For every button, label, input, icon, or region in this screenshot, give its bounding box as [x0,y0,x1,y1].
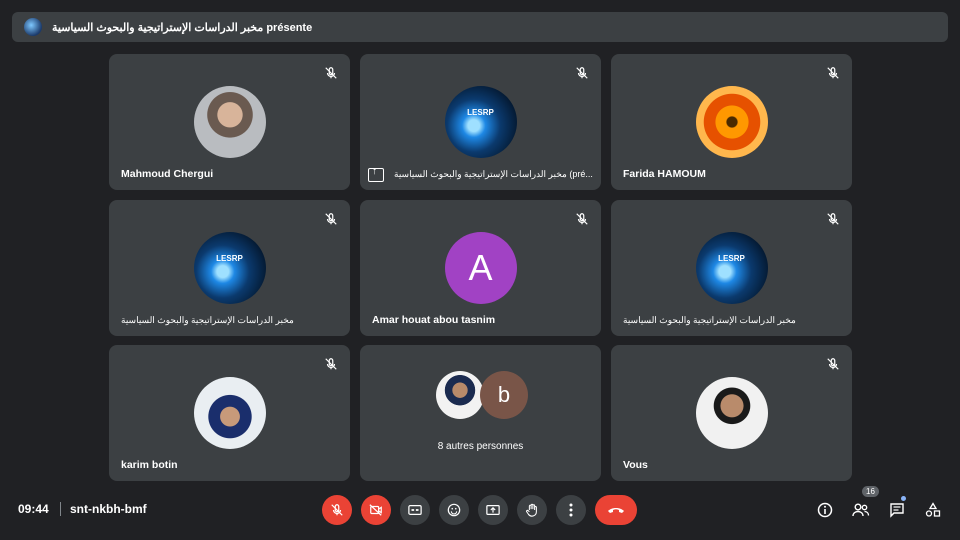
mic-toggle-button[interactable] [322,495,352,525]
participant-tile-amar[interactable]: A Amar houat abou tasnim [360,200,601,336]
participant-tile-farida[interactable]: Farida HAMOUM [611,54,852,190]
avatar [193,86,266,158]
chat-notification-dot [901,496,906,501]
avatar: LESRP [193,232,266,304]
avatar [193,377,266,449]
reactions-button[interactable] [439,495,469,525]
lesrp-logo-text: LESRP [216,254,243,263]
avatar [695,86,768,158]
participant-count-badge: 16 [862,486,879,497]
mic-off-icon [827,213,839,225]
participant-name: مخبر الدراسات الإستراتيجية والبحوث السيا… [623,315,796,325]
others-avatar-group: b [436,371,530,421]
mic-off-icon [576,213,588,225]
participant-tile-lab-2[interactable]: LESRP مخبر الدراسات الإستراتيجية والبحوث… [109,200,350,336]
control-bar: 09:44 snt-nkbh-bmf 16 [0,486,960,532]
camera-off-icon [369,504,382,516]
participant-name: karim botin [121,459,178,471]
participant-tile-lab-3[interactable]: LESRP مخبر الدراسات الإستراتيجية والبحوث… [611,200,852,336]
hand-icon [526,503,537,517]
mic-off-icon [325,358,337,370]
raise-hand-button[interactable] [517,495,547,525]
chat-button[interactable] [887,500,907,520]
mic-off-icon [827,358,839,370]
emoji-icon [447,503,461,517]
participant-name: مخبر الدراسات الإستراتيجية والبحوث السيا… [121,315,294,325]
captions-button[interactable] [400,495,430,525]
participant-name: Mahmoud Chergui [121,168,214,180]
people-icon [852,503,870,517]
avatar: b [480,371,528,419]
mic-off-icon [331,504,343,516]
people-button[interactable] [851,500,871,520]
leave-call-button[interactable] [595,495,637,525]
avatar: A [444,232,517,304]
others-label: 8 autres personnes [437,441,524,452]
activities-button[interactable] [923,500,943,520]
participant-name: Amar houat abou tasnim [372,314,496,326]
mic-off-icon [325,213,337,225]
presentation-bar: مخبر الدراسات الإستراتيجية والبحوث السيا… [12,12,948,42]
presenting-icon [368,166,384,182]
chat-icon [890,503,904,518]
participant-name: Farida HAMOUM [623,168,706,180]
participant-tile-self[interactable]: Vous [611,345,852,481]
meeting-time: 09:44 [18,502,49,516]
camera-toggle-button[interactable] [361,495,391,525]
participant-tile-lab-presenting[interactable]: LESRP مخبر الدراسات الإستراتيجية والبحوث… [360,54,601,190]
lab-logo-icon [24,18,42,36]
captions-icon [408,505,422,515]
avatar: LESRP [695,232,768,304]
info-icon [817,502,833,518]
presentation-title: مخبر الدراسات الإستراتيجية والبحوث السيا… [52,21,313,34]
meeting-details-button[interactable] [815,500,835,520]
lesrp-logo-text: LESRP [467,108,494,117]
others-tile[interactable]: b 8 autres personnes [360,345,601,481]
mic-off-icon [325,67,337,79]
mic-off-icon [576,67,588,79]
mic-off-icon [827,67,839,79]
present-button[interactable] [478,495,508,525]
more-options-button[interactable] [556,495,586,525]
more-icon [569,503,573,517]
activities-icon [925,502,941,517]
divider [60,502,61,516]
lesrp-logo-text: LESRP [718,254,745,263]
avatar [695,377,768,449]
avatar: LESRP [444,86,517,158]
participant-tile-karim[interactable]: karim botin [109,345,350,481]
meeting-code: snt-nkbh-bmf [70,502,147,516]
hangup-icon [608,508,624,513]
participant-name: مخبر الدراسات الإستراتيجية والبحوث السيا… [394,169,593,179]
present-icon [486,505,500,515]
avatar [436,371,484,419]
participant-tile-mahmoud[interactable]: Mahmoud Chergui [109,54,350,190]
participant-name: Vous [623,459,648,471]
